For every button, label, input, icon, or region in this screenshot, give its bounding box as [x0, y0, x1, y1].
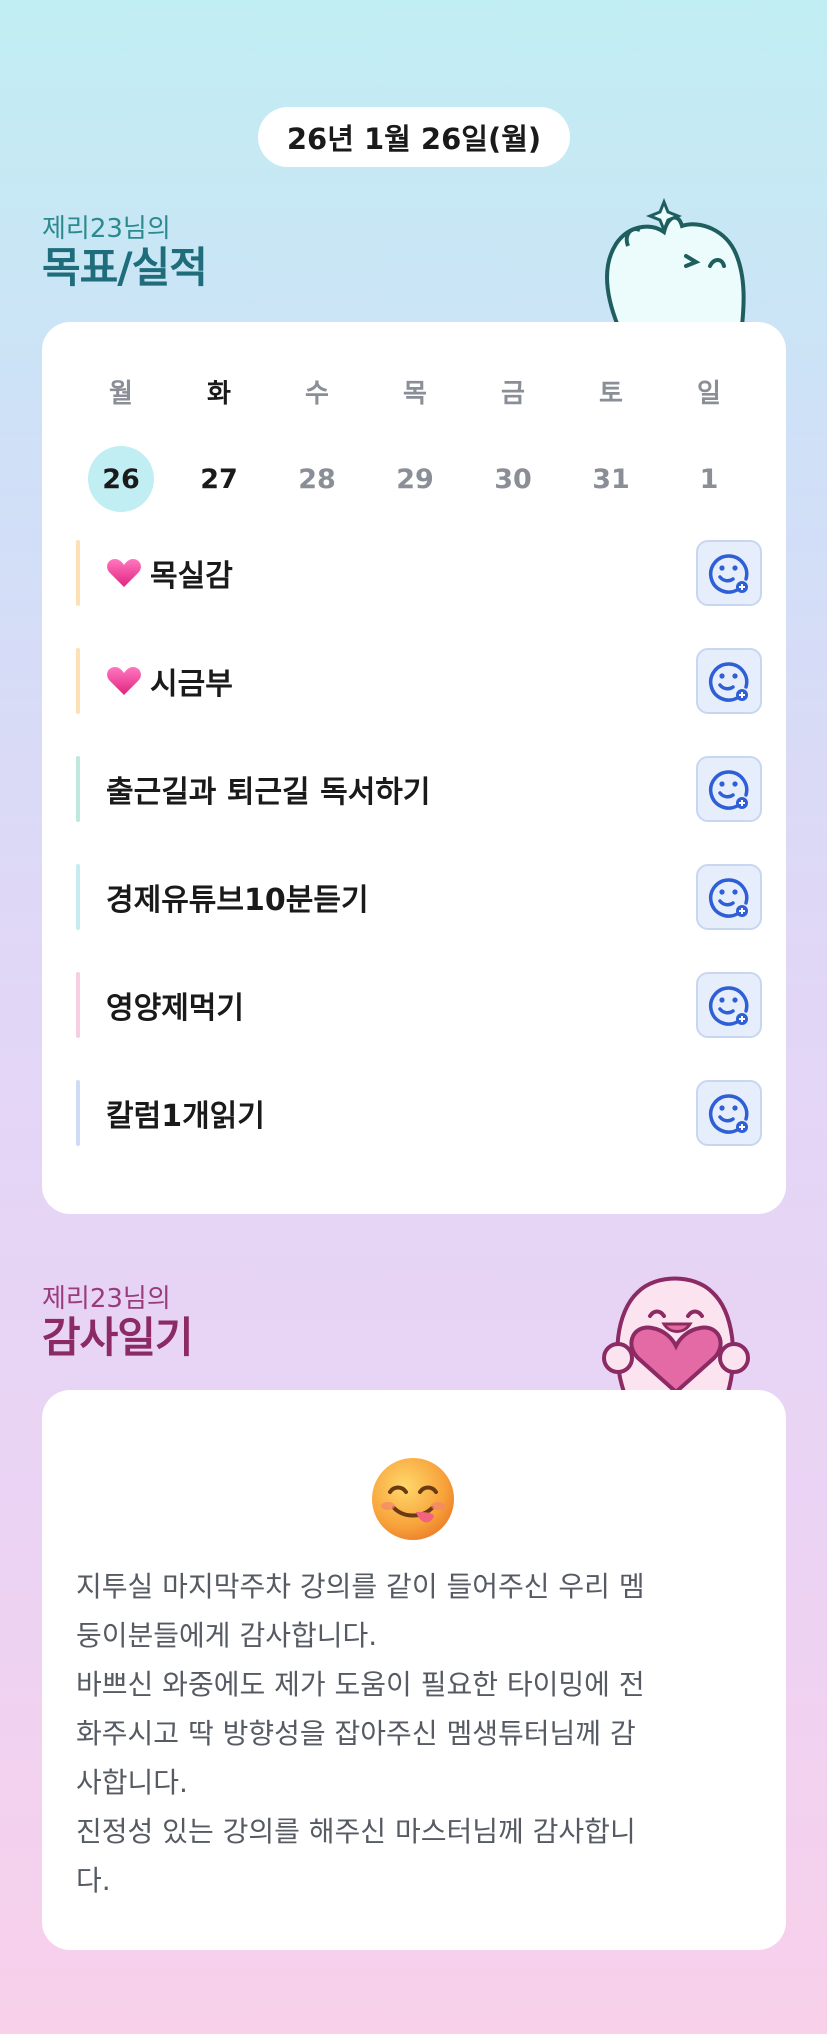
gratitude-line: 진정성 있는 강의를 해주신 마스터님께 감사합니: [76, 1815, 636, 1848]
goal-item[interactable]: 목실감: [76, 540, 762, 606]
day-name: 월: [109, 379, 133, 409]
gratitude-line: 바쁘신 와중에도 제가 도움이 필요한 타이밍에 전: [76, 1668, 645, 1701]
goal-item[interactable]: 경제유튜브10분듣기: [76, 864, 762, 930]
date-item[interactable]: 30: [480, 446, 546, 512]
goal-label: 영양제먹기: [106, 991, 244, 1026]
goal-label: 칼럼1개읽기: [106, 1099, 265, 1134]
goal-color-bar: [76, 648, 80, 714]
date-pill[interactable]: 26년 1월 26일(월): [258, 107, 570, 167]
smile-add-icon: [709, 1094, 749, 1134]
day-name: 일: [697, 379, 721, 409]
goal-item[interactable]: 칼럼1개읽기: [76, 1080, 762, 1146]
gratitude-line: 둥이분들에게 감사합니다.: [76, 1619, 378, 1652]
smile-add-icon: [709, 662, 749, 702]
day-name: 목: [403, 379, 427, 409]
goal-color-bar: [76, 1080, 80, 1146]
gratitude-line: 사합니다.: [76, 1766, 188, 1799]
goals-title: 목표/실적: [42, 243, 208, 292]
goal-item[interactable]: 시금부: [76, 648, 762, 714]
heart-ghost-mascot-icon: [602, 1276, 750, 1392]
gratitude-line: 다.: [76, 1864, 111, 1897]
goal-label-wrap: 경제유튜브10분듣기: [106, 875, 696, 919]
goal-label-wrap: 칼럼1개읽기: [106, 1091, 696, 1135]
add-reaction-button[interactable]: [696, 1080, 762, 1146]
yum-face-emoji-icon: [372, 1458, 454, 1540]
goal-color-bar: [76, 972, 80, 1038]
date-selected[interactable]: 26: [88, 446, 154, 512]
smile-add-icon: [709, 986, 749, 1026]
goal-label-wrap: 시금부: [106, 659, 696, 703]
goal-color-bar: [76, 864, 80, 930]
goal-label-wrap: 목실감: [106, 551, 696, 595]
goal-label-wrap: 영양제먹기: [106, 983, 696, 1027]
add-reaction-button[interactable]: [696, 648, 762, 714]
gratitude-line: 화주시고 딱 방향성을 잡아주신 멤생튜터님께 감: [76, 1717, 636, 1750]
day-name: 화: [207, 379, 231, 409]
smile-add-icon: [709, 878, 749, 918]
goal-label: 경제유튜브10분듣기: [106, 883, 369, 918]
add-reaction-button[interactable]: [696, 972, 762, 1038]
goal-label: 목실감: [150, 559, 233, 594]
smile-add-icon: [709, 770, 749, 810]
goal-label: 시금부: [150, 667, 233, 702]
goal-label-wrap: 출근길과 퇴근길 독서하기: [106, 767, 696, 811]
date-item[interactable]: 31: [578, 446, 644, 512]
week-calendar: 월 화 수 목 금 토 일 26 27 28 29 30 31 1: [72, 374, 758, 512]
date-item[interactable]: 29: [382, 446, 448, 512]
date-item[interactable]: 27: [186, 446, 252, 512]
gratitude-card: 지투실 마지막주차 강의를 같이 들어주신 우리 멤둥이분들에게 감사합니다. 바…: [42, 1390, 786, 1950]
date-item[interactable]: 28: [284, 446, 350, 512]
goal-item[interactable]: 영양제먹기: [76, 972, 762, 1038]
ghost-mascot-icon: [605, 197, 746, 326]
goal-color-bar: [76, 756, 80, 822]
date-item[interactable]: 1: [676, 446, 742, 512]
goal-item[interactable]: 출근길과 퇴근길 독서하기: [76, 756, 762, 822]
gratitude-title: 감사일기: [42, 1313, 194, 1362]
heart-icon: [107, 559, 141, 587]
add-reaction-button[interactable]: [696, 756, 762, 822]
day-name: 토: [599, 379, 623, 409]
gratitude-line: 지투실 마지막주차 강의를 같이 들어주신 우리 멤: [76, 1570, 645, 1603]
smile-add-icon: [709, 554, 749, 594]
goals-card: 월 화 수 목 금 토 일 26 27 28 29 30 31 1 목실감시금부출근길과 퇴근길 독서하기…: [42, 322, 786, 1214]
day-name: 금: [501, 379, 525, 409]
add-reaction-button[interactable]: [696, 864, 762, 930]
goal-label: 출근길과 퇴근길 독서하기: [106, 775, 431, 810]
gratitude-text: 지투실 마지막주차 강의를 같이 들어주신 우리 멤둥이분들에게 감사합니다. 바…: [76, 1562, 766, 1905]
heart-icon: [107, 667, 141, 695]
day-name: 수: [305, 379, 329, 409]
goal-color-bar: [76, 540, 80, 606]
add-reaction-button[interactable]: [696, 540, 762, 606]
